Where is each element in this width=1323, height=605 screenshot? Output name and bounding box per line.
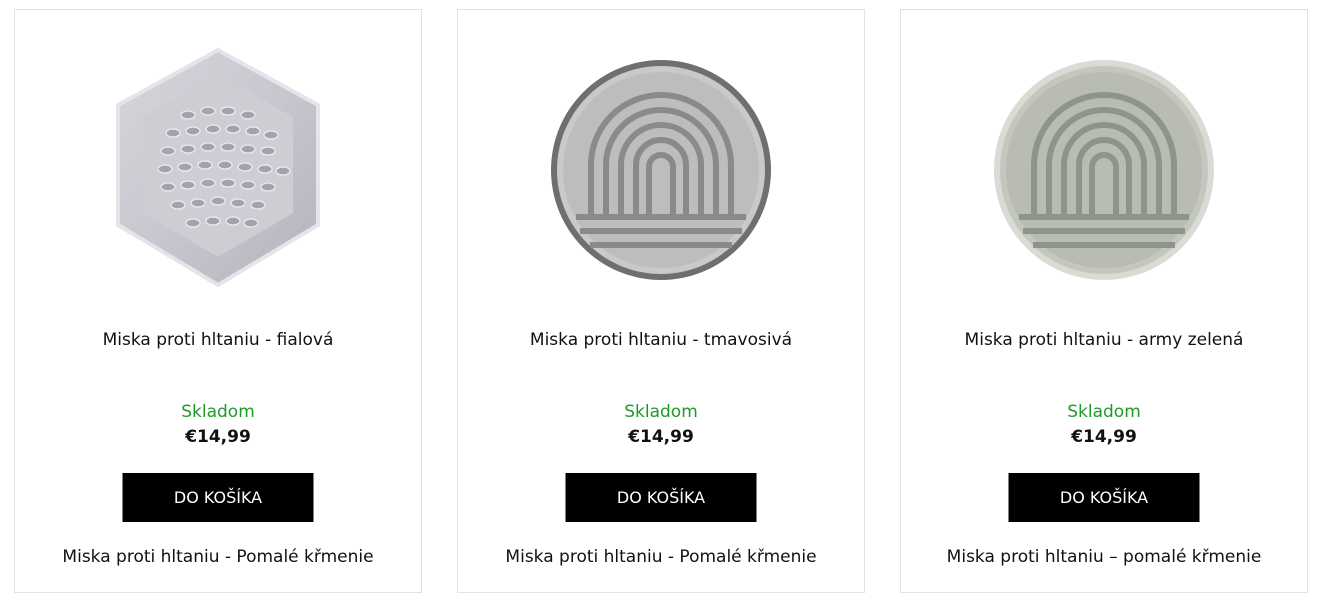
- stock-status: Skladom: [181, 402, 255, 422]
- product-price: €14,99: [628, 427, 694, 447]
- product-subtitle: Miska proti hltaniu - Pomalé křmenie: [505, 547, 817, 567]
- add-to-cart-button[interactable]: DO KOŠÍKA: [122, 473, 314, 522]
- stock-status: Skladom: [1067, 402, 1141, 422]
- product-image[interactable]: [98, 40, 338, 300]
- product-title[interactable]: Miska proti hltaniu - tmavosivá: [458, 330, 864, 350]
- product-title[interactable]: Miska proti hltaniu - fialová: [15, 330, 421, 350]
- add-to-cart-button[interactable]: DO KOŠÍKA: [565, 473, 757, 522]
- product-title[interactable]: Miska proti hltaniu - army zelená: [901, 330, 1307, 350]
- product-image[interactable]: [541, 40, 781, 300]
- product-card: Miska proti hltaniu - tmavosivá Skladom …: [457, 9, 865, 593]
- product-card: Miska proti hltaniu - army zelená Sklado…: [900, 9, 1308, 593]
- product-subtitle: Miska proti hltaniu - Pomalé křmenie: [62, 547, 374, 567]
- add-to-cart-button[interactable]: DO KOŠÍKA: [1008, 473, 1200, 522]
- product-price: €14,99: [185, 427, 251, 447]
- round-rainbow-slow-feeder-bowl-icon: [994, 60, 1214, 280]
- product-image[interactable]: [984, 40, 1224, 300]
- round-rainbow-slow-feeder-bowl-icon: [551, 60, 771, 280]
- product-card: Miska proti hltaniu - fialová Skladom €1…: [14, 9, 422, 593]
- product-price: €14,99: [1071, 427, 1137, 447]
- hexagon-slow-feeder-bowl-icon: [116, 47, 320, 288]
- product-subtitle: Miska proti hltaniu – pomalé křmenie: [946, 547, 1262, 567]
- stock-status: Skladom: [624, 402, 698, 422]
